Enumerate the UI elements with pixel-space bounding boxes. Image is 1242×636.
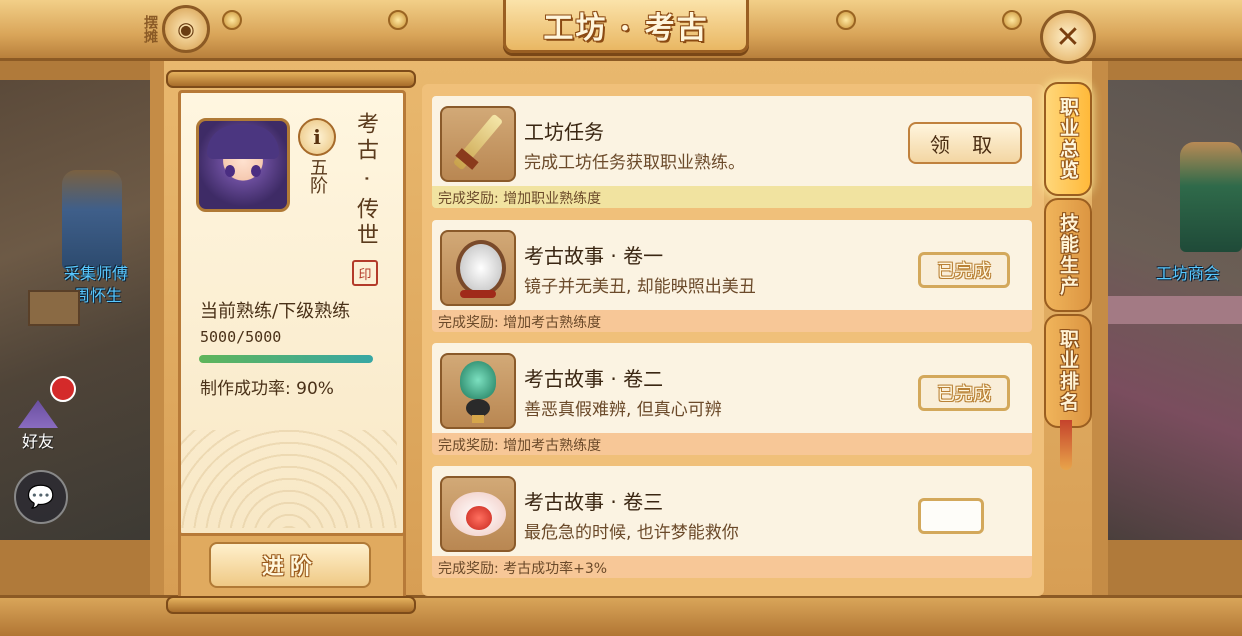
task-body: 工坊任务 完成工坊任务获取职业熟练。 领 取 — [432, 96, 1032, 186]
task-item: 考古故事 · 卷三 最危急的时候, 也许梦能救你 完成奖励: 考古成功率+3% — [432, 466, 1032, 580]
task-reward: 完成奖励: 增加职业熟练度 — [432, 186, 1032, 208]
task-reward: 完成奖励: 增加考古熟练度 — [432, 433, 1032, 455]
scroll-rod — [166, 70, 416, 88]
tassel-ornament — [1060, 420, 1072, 470]
tab-label: 职业排名 — [1057, 329, 1079, 413]
completed-badge: 已完成 — [918, 375, 1010, 411]
stall-button[interactable]: 摆摊 ◉ — [140, 4, 210, 54]
frame-left — [150, 58, 164, 598]
npc-left-name2: 周怀生 — [74, 286, 123, 305]
friends-label: 好友 — [21, 432, 54, 451]
reward-text: 完成奖励: 增加考古熟练度 — [438, 438, 602, 454]
mirror-icon — [440, 230, 516, 306]
scroll-rod — [166, 596, 416, 614]
task-body: 考古故事 · 卷二 善恶真假难辨, 但真心可辨 已完成 — [432, 343, 1032, 433]
success-rate: 制作成功率: 90% — [200, 379, 334, 399]
profession-title: 考古 · 传世 — [353, 112, 378, 249]
task-desc: 完成工坊任务获取职业熟练。 — [524, 153, 745, 173]
task-title: 考古故事 · 卷一 — [524, 244, 664, 268]
npc-right-name: 工坊商会 — [1156, 264, 1221, 283]
completed-badge: 已完成 — [918, 252, 1010, 288]
friends-icon — [18, 400, 58, 428]
advance-label: 进阶 — [261, 554, 318, 580]
wave-pattern — [181, 430, 397, 528]
rank-label: 五阶 — [307, 158, 328, 194]
task-desc: 镜子并无美丑, 却能映照出美丑 — [524, 277, 756, 297]
tab-skill-production[interactable]: 技能生产 — [1044, 198, 1092, 312]
flower-bed — [1108, 296, 1242, 324]
friends-button[interactable]: 好友 — [10, 396, 66, 452]
proficiency-label: 当前熟练/下级熟练 — [200, 301, 351, 322]
tab-label: 职业总览 — [1057, 97, 1079, 181]
npc-gatherer[interactable] — [62, 170, 122, 270]
seal-icon: 印 — [352, 260, 378, 286]
task-reward: 完成奖励: 考古成功率+3% — [432, 556, 1032, 578]
proficiency-value: 5000/5000 — [200, 328, 282, 346]
coin-ornament — [222, 10, 242, 30]
coin-ornament — [388, 10, 408, 30]
info-icon[interactable]: i — [298, 118, 336, 156]
coin-ornament — [1002, 10, 1022, 30]
avatar — [196, 118, 290, 212]
page-title: 工坊 · 考古 — [543, 11, 709, 46]
tab-ranking[interactable]: 职业排名 — [1044, 314, 1092, 428]
task-item: 考古故事 · 卷二 善恶真假难辨, 但真心可辨 已完成 完成奖励: 增加考古熟练… — [432, 343, 1032, 457]
close-icon: ✕ — [1055, 19, 1081, 55]
coin-ornament — [836, 10, 856, 30]
chat-icon: 💬 — [27, 484, 55, 510]
stall-icon: ◉ — [162, 5, 210, 53]
task-title: 工坊任务 — [524, 120, 604, 144]
tab-label: 技能生产 — [1057, 213, 1079, 297]
game-world-right: 工坊商会 — [1108, 80, 1242, 540]
dream-cloud-icon — [440, 476, 516, 552]
crate — [28, 290, 80, 326]
reward-text: 完成奖励: 增加考古熟练度 — [438, 315, 602, 331]
proficiency-fill — [199, 355, 373, 363]
task-item: 工坊任务 完成工坊任务获取职业熟练。 领 取 完成奖励: 增加职业熟练度 — [432, 96, 1032, 210]
title-plaque: 工坊 · 考古 — [503, 0, 749, 53]
frame-right — [1092, 58, 1108, 598]
claim-button[interactable]: 领 取 — [908, 122, 1022, 164]
close-button[interactable]: ✕ — [1040, 10, 1096, 64]
task-body: 考古故事 · 卷三 最危急的时候, 也许梦能救你 — [432, 466, 1032, 556]
tab-overview[interactable]: 职业总览 — [1044, 82, 1092, 196]
game-world-left: 采集师傅 周怀生 — [0, 80, 150, 540]
task-desc: 善恶真假难辨, 但真心可辨 — [524, 400, 722, 420]
npc-left-name: 采集师傅 — [64, 264, 129, 283]
completed-badge — [918, 498, 984, 534]
task-desc: 最危急的时候, 也许梦能救你 — [524, 523, 739, 543]
reward-text: 完成奖励: 增加职业熟练度 — [438, 191, 602, 207]
task-title: 考古故事 · 卷三 — [524, 490, 664, 514]
dagger-icon — [440, 106, 516, 182]
task-item: 考古故事 · 卷一 镜子并无美丑, 却能映照出美丑 已完成 完成奖励: 增加考古… — [432, 220, 1032, 334]
reward-text: 完成奖励: 考古成功率+3% — [438, 561, 608, 577]
stall-label: 摆摊 — [142, 15, 158, 43]
jade-ornament-icon — [440, 353, 516, 429]
advance-button[interactable]: 进阶 — [209, 542, 371, 588]
chat-button[interactable]: 💬 — [14, 470, 68, 524]
task-list[interactable]: 工坊任务 完成工坊任务获取职业熟练。 领 取 完成奖励: 增加职业熟练度 考古故… — [422, 84, 1044, 596]
task-body: 考古故事 · 卷一 镜子并无美丑, 却能映照出美丑 已完成 — [432, 220, 1032, 310]
proficiency-bar — [199, 355, 373, 363]
task-title: 考古故事 · 卷二 — [524, 367, 664, 391]
task-reward: 完成奖励: 增加考古熟练度 — [432, 310, 1032, 332]
npc-merchant[interactable] — [1180, 142, 1242, 252]
